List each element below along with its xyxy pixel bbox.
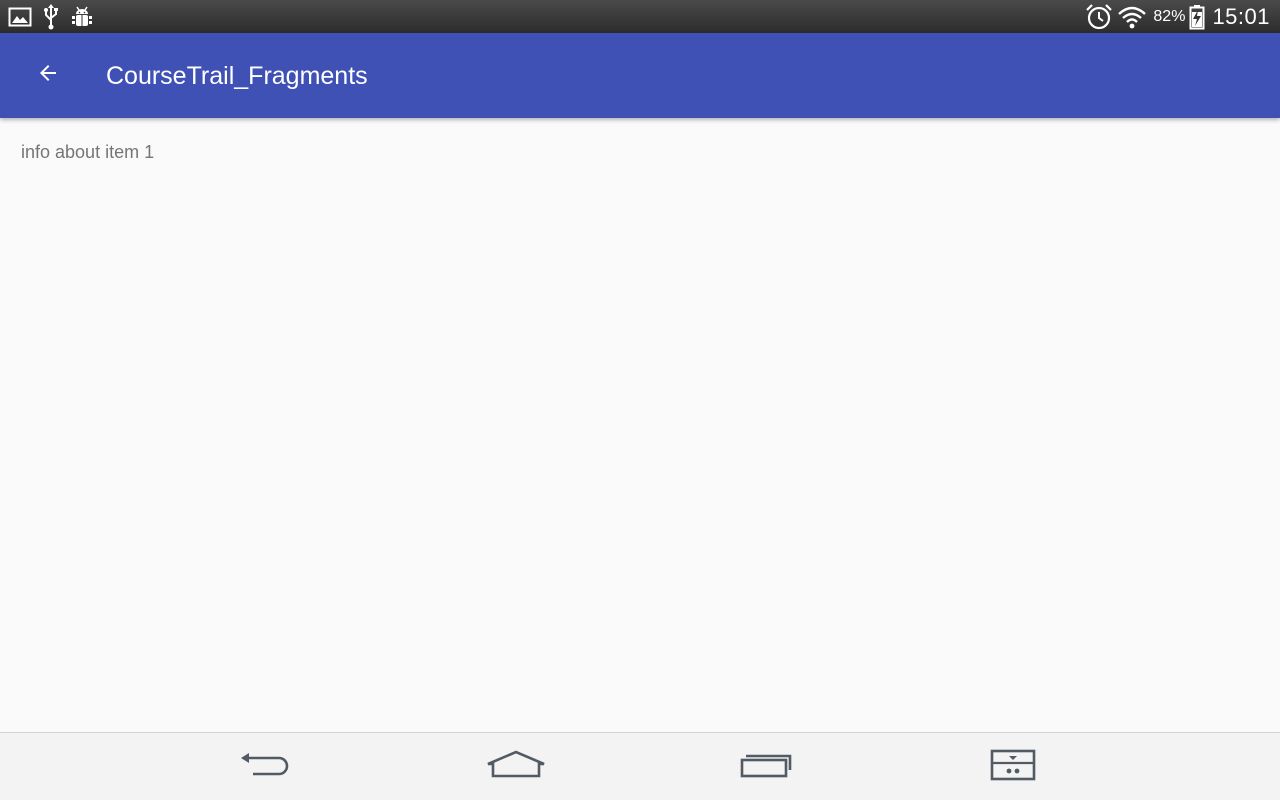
notification-icons	[8, 4, 94, 30]
status-clock: 15:01	[1212, 3, 1270, 29]
arrow-back-icon	[36, 61, 60, 89]
wifi-icon	[1117, 4, 1147, 30]
android-debug-icon	[70, 5, 94, 29]
battery-percentage: 82%	[1153, 7, 1186, 25]
split-screen-icon	[989, 748, 1037, 786]
usb-icon	[43, 4, 59, 30]
battery-charging-icon	[1189, 4, 1205, 30]
recent-apps-icon	[738, 748, 794, 786]
nav-recent-apps-button[interactable]	[726, 737, 806, 797]
back-icon	[239, 748, 295, 786]
detail-content: info about item 1	[0, 118, 1280, 732]
app-bar: CourseTrail_Fragments	[0, 33, 1280, 118]
gallery-icon	[8, 6, 32, 28]
system-indicators: 82% 15:01	[1085, 3, 1270, 30]
item-detail-text: info about item 1	[21, 142, 155, 162]
navigate-up-button[interactable]	[24, 51, 72, 99]
nav-home-button[interactable]	[476, 737, 556, 797]
app-title: CourseTrail_Fragments	[106, 62, 368, 90]
status-bar: 82% 15:01	[0, 0, 1280, 33]
navigation-bar	[0, 732, 1280, 800]
nav-back-button[interactable]	[227, 737, 307, 797]
nav-split-screen-button[interactable]	[973, 737, 1053, 797]
alarm-icon	[1085, 3, 1113, 31]
home-icon	[485, 748, 547, 786]
